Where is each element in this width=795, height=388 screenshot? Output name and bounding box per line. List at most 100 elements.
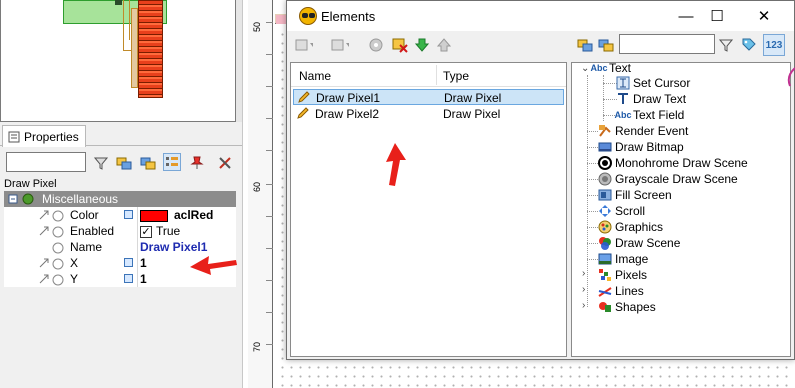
grid-separator [137, 223, 138, 239]
tree-node[interactable]: Scroll [598, 203, 645, 219]
red-arrow-annotation [190, 256, 237, 275]
list-item-name: Draw Pixel1 [316, 91, 381, 105]
tree-node[interactable]: Draw Bitmap [598, 139, 684, 155]
vertical-ruler [248, 0, 273, 388]
collapse-all-icon[interactable] [597, 36, 615, 54]
ruler-label: 50 [252, 21, 262, 32]
list-header: Name Type [291, 63, 566, 87]
tree-node-shapes[interactable]: Shapes [598, 299, 656, 315]
expand-all-icon[interactable] [576, 36, 594, 54]
tree-node-text[interactable]: Abc Text [591, 60, 632, 76]
enabled-checkbox[interactable]: ✓ [140, 225, 152, 238]
tree-line [587, 259, 598, 260]
ruler-tick [266, 54, 273, 55]
tree-node[interactable]: Render Event [598, 123, 688, 139]
property-name: Y [70, 272, 79, 286]
chevron-right-icon[interactable]: › [582, 268, 585, 279]
delete-icon[interactable] [391, 36, 409, 54]
tree-line [587, 179, 598, 180]
tree-line [587, 131, 598, 132]
preview-tan-block [131, 8, 138, 88]
tree-node[interactable]: Image [598, 251, 648, 267]
grid-separator [137, 239, 138, 255]
filter-icon[interactable] [92, 154, 110, 172]
tree-node-pixels[interactable]: Pixels [598, 267, 647, 283]
tree-node[interactable]: Draw Text [616, 91, 686, 107]
list-item[interactable]: Draw Pixel1 Draw Pixel [293, 89, 564, 105]
tree-node[interactable]: Graphics [598, 219, 663, 235]
tree-node-label: Draw Text [633, 92, 687, 106]
move-up-icon[interactable] [435, 36, 453, 54]
tree-node[interactable]: Grayscale Draw Scene [598, 171, 738, 187]
properties-icon [8, 131, 20, 142]
chevron-down-icon[interactable]: ⌄ [581, 63, 589, 74]
column-header-type[interactable]: Type [443, 69, 469, 83]
preview-connector [129, 0, 130, 40]
image-icon [598, 252, 612, 266]
tree-node[interactable]: Abc Text Field [615, 107, 685, 123]
tree-line [603, 99, 617, 100]
tree-line [587, 227, 598, 228]
tree-node[interactable]: Fill Screen [598, 187, 672, 203]
elements-search-input[interactable] [619, 34, 715, 54]
grid-separator [137, 207, 138, 223]
property-editor-button[interactable] [124, 274, 133, 283]
column-separator[interactable] [436, 65, 437, 85]
scene-preview[interactable] [0, 0, 236, 122]
property-value[interactable]: aclRed [140, 208, 213, 222]
property-name: X [70, 256, 79, 270]
property-row[interactable]: Color aclRed [4, 207, 236, 223]
collapse-all-icon[interactable] [139, 154, 157, 172]
ruler-tick [266, 118, 273, 119]
tree-node-lines[interactable]: Lines [598, 283, 644, 299]
property-editor-button[interactable] [124, 258, 133, 267]
tree-line [587, 243, 598, 244]
ruler-tick [266, 248, 273, 249]
list-item-name: Draw Pixel2 [315, 107, 380, 121]
settings-icon[interactable] [367, 36, 385, 54]
add-group-icon[interactable] [331, 36, 349, 54]
sort-alphabetical-icon[interactable] [740, 36, 758, 54]
list-item-type: Draw Pixel [444, 91, 502, 105]
categorized-icon[interactable] [163, 153, 181, 171]
tree-node-label: Set Cursor [633, 76, 691, 90]
chevron-right-icon[interactable]: › [582, 284, 585, 295]
tree-node[interactable]: Draw Scene [598, 235, 680, 251]
chevron-right-icon[interactable]: › [582, 300, 585, 311]
expand-all-icon[interactable] [115, 154, 133, 172]
category-row[interactable]: Miscellaneous [4, 191, 236, 207]
filter-icon[interactable] [717, 36, 735, 54]
column-header-name[interactable]: Name [299, 69, 331, 83]
tools-icon[interactable] [216, 154, 234, 172]
add-element-icon[interactable] [295, 36, 313, 54]
tree-node[interactable]: Set Cursor [616, 75, 690, 91]
selected-object-label: Draw Pixel [4, 178, 57, 190]
tree-node[interactable]: Monohrome Draw Scene [598, 155, 748, 171]
move-down-icon[interactable] [413, 36, 431, 54]
category-label: Miscellaneous [42, 192, 119, 206]
maximize-button[interactable]: ☐ [702, 5, 732, 27]
property-name: Name [70, 240, 103, 254]
property-value[interactable]: ✓ True [140, 224, 180, 238]
minimize-button[interactable]: — [671, 5, 701, 27]
preview-connector [123, 0, 124, 50]
ruler-label: 70 [252, 341, 262, 352]
property-value[interactable]: 1 [140, 272, 147, 286]
pin-icon[interactable] [188, 154, 206, 172]
ruler-tick [266, 280, 273, 281]
tree-line [587, 163, 598, 164]
numbering-icon[interactable]: 123 [763, 34, 785, 56]
canvas-curve-shape [787, 67, 795, 87]
close-button[interactable]: ✕ [749, 5, 779, 27]
properties-search-input[interactable] [6, 152, 86, 172]
elements-titlebar[interactable]: Elements — ☐ ✕ [287, 1, 794, 31]
property-value[interactable]: 1 [140, 256, 147, 270]
tab-properties[interactable]: Properties [2, 125, 86, 147]
red-arrow-annotation [386, 143, 406, 186]
property-row[interactable]: Enabled ✓ True [4, 223, 236, 239]
tree-node-label: Lines [615, 284, 644, 298]
draw-text-icon [616, 92, 630, 106]
property-editor-button[interactable] [124, 210, 133, 219]
list-item[interactable]: Draw Pixel2 Draw Pixel [293, 106, 564, 122]
grid-separator [137, 255, 138, 271]
